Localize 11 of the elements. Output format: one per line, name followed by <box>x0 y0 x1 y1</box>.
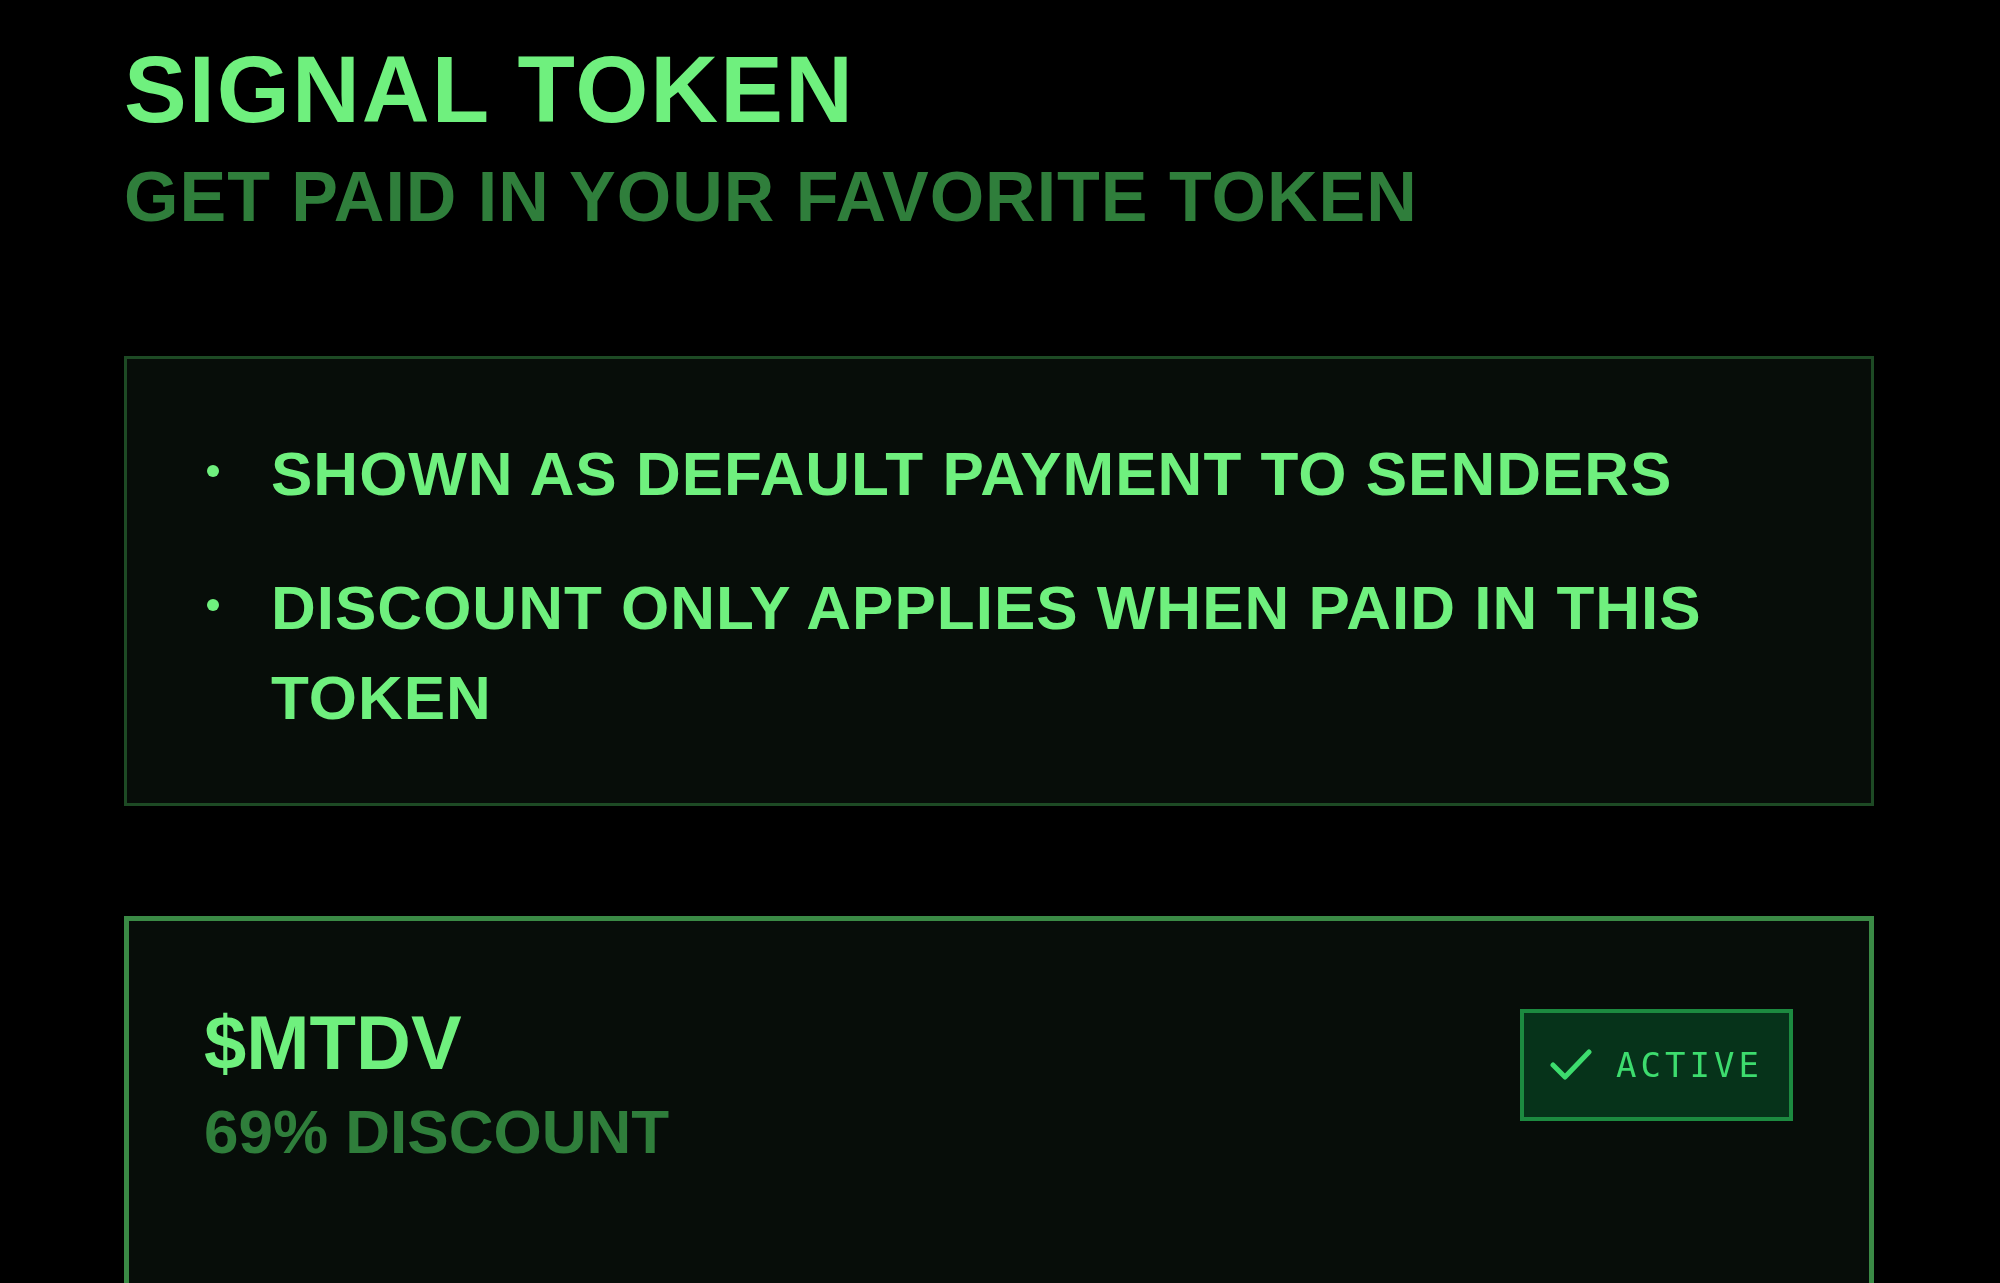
token-symbol: $MTDV <box>204 1001 463 1085</box>
page-subtitle: GET PAID IN YOUR FAVORITE TOKEN <box>124 159 1419 237</box>
bullet-icon <box>207 465 219 478</box>
checkmark-icon <box>1550 1049 1593 1082</box>
badge-label: ACTIVE <box>1616 1045 1763 1086</box>
token-card[interactable]: $MTDV 69% DISCOUNT ACTIVE <box>124 916 1874 1283</box>
page-title: SIGNAL TOKEN <box>124 38 856 142</box>
discount-text: 69% DISCOUNT <box>204 1095 670 1168</box>
note-text: SHOWN AS DEFAULT PAYMENT TO SENDERS <box>271 438 1673 511</box>
bullet-icon <box>207 599 219 612</box>
note-text: DISCOUNT ONLY APPLIES WHEN PAID IN THIS TOKEN <box>271 572 1703 735</box>
